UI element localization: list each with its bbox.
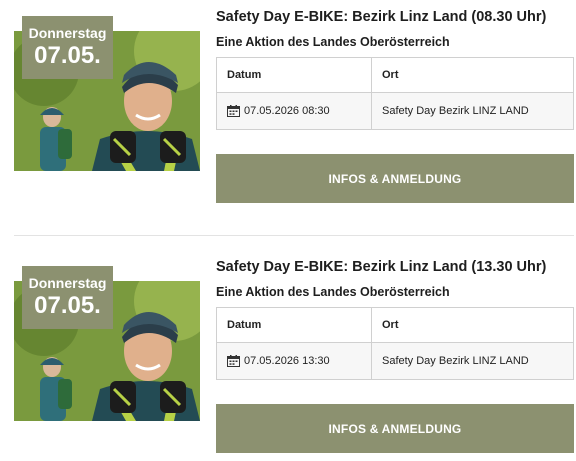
event-location: Safety Day Bezirk LINZ LAND [382, 355, 529, 367]
event-datetime: 07.05.2026 13:30 [244, 355, 330, 367]
event-details-table: Datum Ort 07.05.2026 13:30 Safety Day Be… [216, 307, 574, 380]
table-row: 07.05.2026 08:30 Safety Day Bezirk LINZ … [217, 93, 573, 129]
date-badge-day: 07.05. [34, 292, 101, 319]
column-header-ort: Ort [382, 319, 399, 331]
event-title[interactable]: Safety Day E-BIKE: Bezirk Linz Land (08.… [216, 9, 546, 25]
info-registration-button[interactable]: INFOS & ANMELDUNG [216, 154, 574, 203]
info-registration-button[interactable]: INFOS & ANMELDUNG [216, 404, 574, 453]
event-title[interactable]: Safety Day E-BIKE: Bezirk Linz Land (13.… [216, 259, 546, 275]
date-badge-weekday: Donnerstag [28, 25, 107, 41]
column-header-ort: Ort [382, 69, 399, 81]
event-subtitle: Eine Aktion des Landes Oberösterreich [216, 285, 450, 299]
calendar-icon [227, 105, 240, 117]
date-badge-day: 07.05. [34, 42, 101, 69]
date-badge: Donnerstag 07.05. [22, 16, 113, 79]
event-card: Donnerstag 07.05. Safety Day E-BIKE: Bez… [0, 0, 576, 210]
event-card: Donnerstag 07.05. Safety Day E-BIKE: Bez… [0, 250, 576, 460]
table-header-row: Datum Ort [217, 58, 573, 93]
calendar-icon [227, 355, 240, 367]
event-location: Safety Day Bezirk LINZ LAND [382, 105, 529, 117]
event-details-table: Datum Ort 07.05.2026 08:30 Safety Day Be… [216, 57, 574, 130]
date-cell: 07.05.2026 13:30 [217, 343, 372, 379]
date-badge-weekday: Donnerstag [28, 275, 107, 291]
divider [14, 235, 574, 236]
column-header-datum: Datum [217, 58, 372, 92]
column-header-datum: Datum [217, 308, 372, 342]
table-header-row: Datum Ort [217, 308, 573, 343]
date-badge: Donnerstag 07.05. [22, 266, 113, 329]
event-datetime: 07.05.2026 08:30 [244, 105, 330, 117]
date-cell: 07.05.2026 08:30 [217, 93, 372, 129]
table-row: 07.05.2026 13:30 Safety Day Bezirk LINZ … [217, 343, 573, 379]
event-subtitle: Eine Aktion des Landes Oberösterreich [216, 35, 450, 49]
